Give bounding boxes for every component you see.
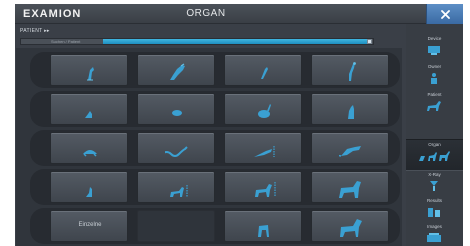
images-icon [427,233,441,242]
tile-large-dog[interactable] [311,171,389,203]
small-dog-icon [170,185,188,197]
sidebar-item-patient[interactable]: Patient [406,90,463,122]
tile-small-animal-limb[interactable] [224,54,302,86]
large-dog-icon [339,181,361,198]
horse-icon [340,219,362,237]
owner-icon [431,73,437,84]
grid-row [30,52,400,88]
search-toggle-button[interactable] [367,39,372,44]
logo: EXAMION [23,8,82,20]
tile-lizard[interactable] [224,132,302,164]
sidebar-item-label: Organ [428,142,441,147]
tile-single-label: Einzelne [78,222,102,228]
dog-leg-icon [86,187,92,197]
sidebar-item-label: Results [426,198,442,203]
tile-bird-upright[interactable] [311,93,389,125]
horse-leg-icon [258,225,269,237]
tile-rabbit-leg[interactable] [50,54,128,86]
grid-row: Einzelne [30,208,400,244]
title-bar: EXAMION ORGAN [15,4,463,24]
tile-horse-leg[interactable] [224,210,302,242]
small-animal-limb-icon [261,67,268,79]
bird-upright-icon [348,105,354,119]
organ-grid-panel: Einzelne [16,48,402,246]
app-window: EXAMION ORGAN PATIENT ▸▸ Suchen / Patien… [15,4,463,246]
turtle-icon [83,150,97,157]
tile-small-animal-skull[interactable] [137,54,215,86]
grid-row [30,91,400,127]
tile-dog-leg[interactable] [50,171,128,203]
search-input[interactable] [103,39,367,44]
grid-row [30,169,400,205]
fish-body-icon [172,110,182,116]
rabbit-icon [258,104,271,118]
page-title: ORGAN [186,8,226,19]
results-icon [428,208,440,217]
rodent-leg-icon [85,111,92,118]
close-button[interactable] [426,4,463,24]
tile-rodent-leg[interactable] [50,93,128,125]
tile-large-lizard[interactable] [311,132,389,164]
organ-icon [419,151,450,161]
tile-small-dog[interactable] [137,171,215,203]
tile-turtle[interactable] [50,132,128,164]
lizard-icon [254,146,275,157]
tile-fish-body[interactable] [137,93,215,125]
snake-icon [165,146,188,157]
patient-label: PATIENT ▸▸ [20,28,50,34]
sidebar-item-label: Device [427,36,442,41]
tile-rabbit[interactable] [224,93,302,125]
tile-bird[interactable] [311,54,389,86]
sidebar-item-label: X-Ray [428,172,441,177]
search-label: Suchen / Patient [51,39,81,44]
bird-icon [349,62,356,81]
patient-icon [427,101,441,111]
small-animal-skull-icon [170,63,185,80]
tile-empty [137,210,215,242]
device-icon [428,46,440,55]
large-lizard-icon [339,146,361,157]
close-icon [441,10,450,19]
tile-medium-dog[interactable] [224,171,302,203]
sidebar-item-organ[interactable]: Organ [406,139,463,171]
xray-icon [430,181,438,191]
sidebar-item-label: Owner [427,64,442,69]
sidebar-item-label: Images [427,224,442,229]
sidebar-item-images[interactable]: Images [406,222,463,246]
tile-snake[interactable] [137,132,215,164]
grid-row [30,130,400,166]
medium-dog-icon [255,182,276,197]
sidebar: Device Owner Patient Organ X-Ray Results… [406,24,463,246]
sidebar-item-label: Patient [427,92,442,97]
tile-horse[interactable] [311,210,389,242]
rabbit-leg-icon [87,67,94,81]
tile-single[interactable]: Einzelne [50,210,128,242]
